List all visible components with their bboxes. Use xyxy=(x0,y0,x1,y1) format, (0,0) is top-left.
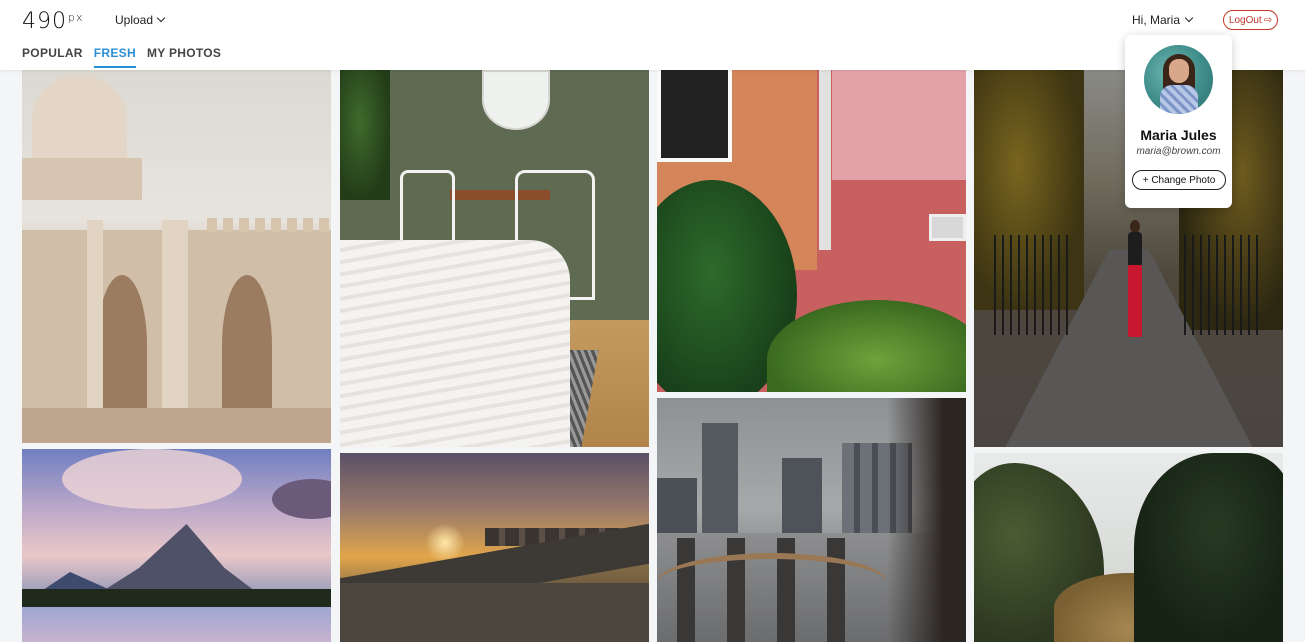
tab-fresh[interactable]: FRESH xyxy=(93,46,136,68)
logout-icon: ⇨ xyxy=(1263,14,1273,26)
photo-card-city-dock[interactable] xyxy=(657,398,966,642)
logo-superscript: px xyxy=(68,11,84,24)
photo-card-mountain-lake[interactable] xyxy=(22,449,331,642)
profile-email: maria@brown.com xyxy=(1136,146,1221,157)
photo-card-white-bedroom[interactable] xyxy=(340,70,649,447)
top-navbar: 490px Upload POPULAR FRESH MY PHOTOS Hi,… xyxy=(0,0,1305,70)
tab-popular[interactable]: POPULAR xyxy=(22,46,83,68)
change-photo-button[interactable]: + Change Photo xyxy=(1132,170,1226,190)
photo-card-sunset-bridge[interactable] xyxy=(340,453,649,642)
photo-card-pine-trees[interactable] xyxy=(974,453,1283,642)
photo-card-dome-arches[interactable] xyxy=(22,70,331,443)
chevron-down-icon xyxy=(156,13,166,23)
logo-text: 490 xyxy=(22,9,67,34)
logout-label: LogOut xyxy=(1228,14,1262,26)
profile-name: Maria Jules xyxy=(1140,127,1217,143)
chevron-down-icon xyxy=(1184,13,1194,23)
logout-button[interactable]: LogOut ⇨ xyxy=(1223,10,1278,30)
upload-label: Upload xyxy=(115,13,154,27)
tab-my-photos[interactable]: MY PHOTOS xyxy=(147,46,221,68)
photo-card-red-wall[interactable] xyxy=(657,70,966,392)
user-menu[interactable]: Hi, Maria xyxy=(1132,13,1194,27)
greeting-text: Hi, Maria xyxy=(1132,13,1181,27)
profile-popup: Maria Jules maria@brown.com + Change Pho… xyxy=(1125,35,1232,208)
upload-dropdown[interactable]: Upload xyxy=(115,13,166,27)
avatar xyxy=(1144,45,1213,114)
tab-bar: POPULAR FRESH MY PHOTOS xyxy=(22,46,221,68)
logo[interactable]: 490px xyxy=(22,9,84,34)
